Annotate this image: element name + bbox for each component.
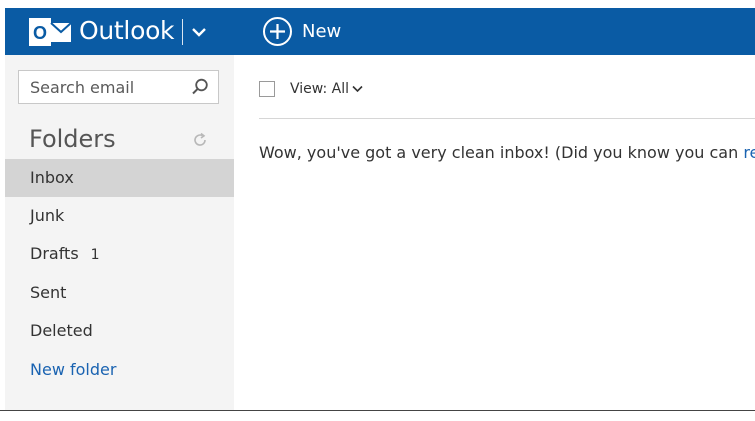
message-list-pane: View: All Wow, you've got a very clean i… (234, 55, 755, 410)
folder-label: Inbox (30, 168, 74, 187)
outlook-logo-icon[interactable]: O (29, 18, 73, 46)
folder-item-inbox[interactable]: Inbox (5, 159, 234, 197)
new-button-label: New (302, 21, 342, 42)
new-message-button[interactable]: New (262, 16, 352, 47)
folder-item-junk[interactable]: Junk (5, 197, 234, 235)
refresh-icon[interactable] (192, 132, 208, 148)
view-filter-dropdown[interactable]: View: All (290, 79, 363, 99)
new-folder-label: New folder (30, 360, 117, 379)
new-folder-link[interactable]: New folder (5, 351, 234, 389)
folder-label: Sent (30, 283, 67, 302)
folder-label: Drafts (30, 244, 79, 263)
plus-circle-icon (262, 16, 293, 47)
unread-count: 1 (90, 247, 100, 263)
svg-text:O: O (33, 23, 47, 43)
app-window: O Outlook New Search email Folders Inbox… (0, 0, 755, 421)
folder-label: Deleted (30, 321, 93, 340)
select-all-checkbox[interactable] (259, 81, 275, 97)
search-input[interactable] (19, 71, 195, 103)
chevron-down-icon[interactable] (189, 22, 209, 42)
search-box (18, 70, 219, 104)
empty-inbox-link[interactable]: re (743, 143, 755, 162)
folder-item-sent[interactable]: Sent (5, 274, 234, 312)
folder-item-deleted[interactable]: Deleted (5, 312, 234, 350)
search-icon[interactable] (191, 78, 209, 96)
chevron-down-icon (352, 85, 363, 93)
view-filter-label: View: All (290, 81, 349, 97)
folder-label: Junk (30, 206, 65, 225)
top-bar: O Outlook New (5, 8, 755, 55)
empty-inbox-text: Wow, you've got a very clean inbox! (Did… (259, 143, 744, 162)
folder-sidebar: Folders Inbox Junk Drafts1 Sent Deleted … (5, 55, 234, 410)
folder-item-drafts[interactable]: Drafts 1 (5, 235, 234, 273)
folders-heading: Folders (29, 125, 116, 153)
empty-inbox-message: Wow, you've got a very clean inbox! (Did… (259, 142, 755, 164)
app-title[interactable]: Outlook (79, 16, 175, 46)
list-divider (259, 118, 755, 119)
header-divider (182, 19, 183, 45)
window-bottom-edge (0, 410, 755, 421)
